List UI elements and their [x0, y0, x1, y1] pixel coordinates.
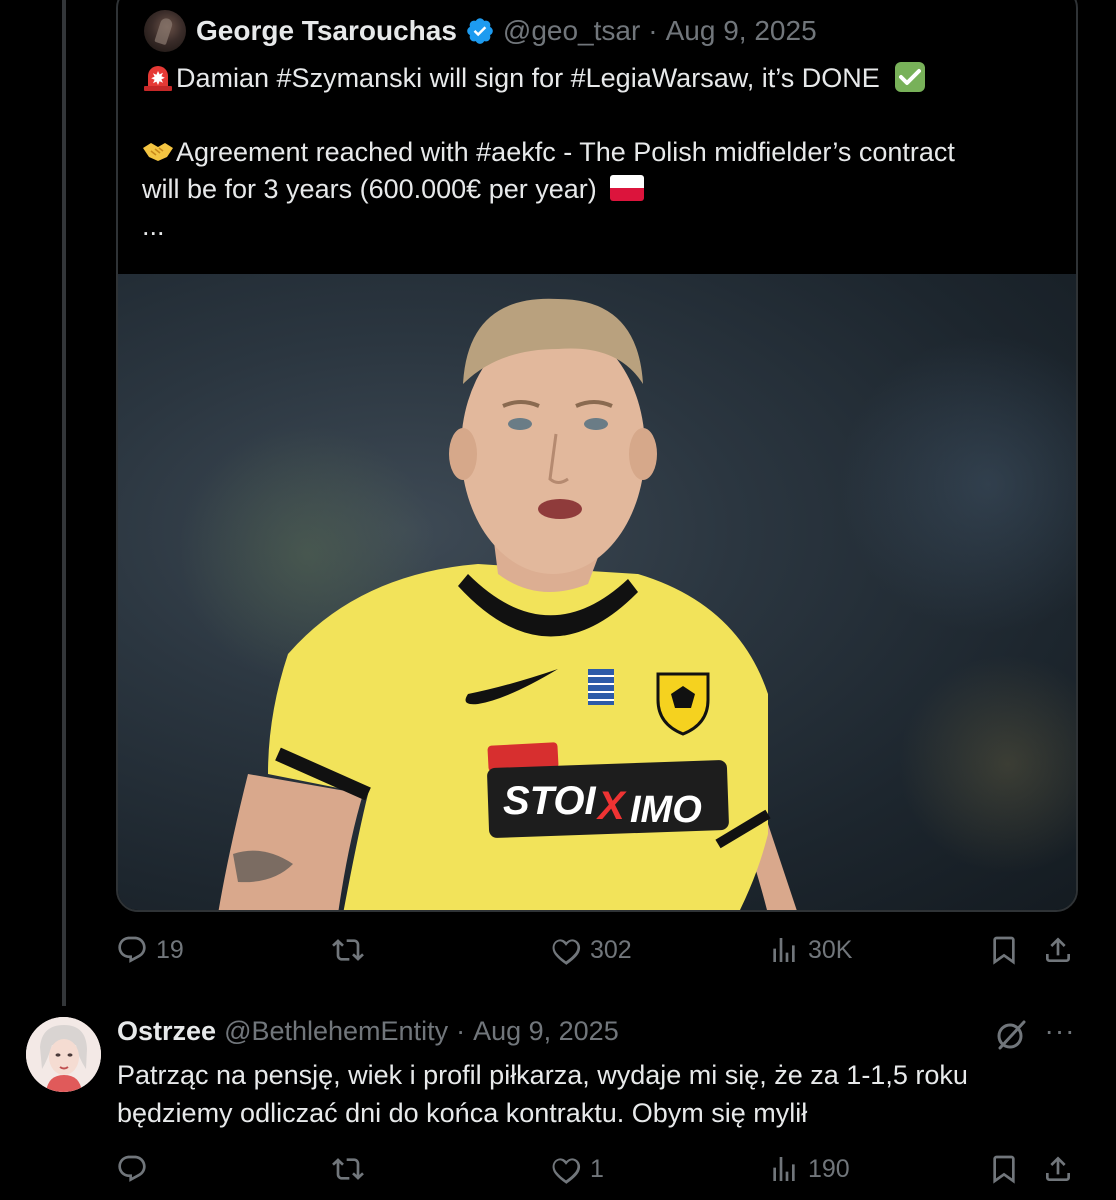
separator-dot: ·	[648, 15, 658, 46]
repost-icon	[332, 939, 364, 961]
svg-text:X: X	[596, 784, 627, 828]
thread-connector-line	[62, 0, 66, 1006]
views-icon	[773, 938, 795, 962]
share-icon	[1046, 937, 1070, 962]
bookmark-icon	[993, 1155, 1015, 1184]
views-button[interactable]: 190	[768, 1153, 850, 1185]
svg-text:STOI: STOI	[503, 779, 597, 823]
views-count: 30K	[808, 935, 853, 964]
reply-icon	[118, 1155, 146, 1182]
reply-author-name[interactable]: Ostrzee	[117, 1016, 216, 1047]
heart-icon	[552, 939, 581, 965]
reply-action-bar: 1 190	[116, 1153, 1078, 1193]
share-button[interactable]	[1042, 1153, 1074, 1185]
like-count: 302	[590, 935, 632, 964]
reply-text-line1: Patrząc na pensję, wiek i profil piłkarz…	[117, 1060, 968, 1090]
repost-button[interactable]	[332, 1153, 364, 1185]
quoted-tweet-text: Damian #Szymanski will sign for #LegiaWa…	[142, 60, 1042, 245]
quoted-text-line1: Damian #Szymanski will sign for #LegiaWa…	[176, 63, 880, 93]
quoted-tweet-card[interactable]: George Tsarouchas @geo_tsar · Aug 9, 202…	[116, 0, 1078, 912]
quoted-author-name[interactable]: George Tsarouchas	[196, 15, 457, 47]
bookmark-button[interactable]	[988, 934, 1020, 966]
more-options-icon[interactable]: ···	[1042, 1016, 1078, 1050]
quoted-text-line2: Agreement reached with #aekfc - The Poli…	[176, 137, 955, 167]
reply-author-handle[interactable]: @BethlehemEntity	[224, 1016, 448, 1047]
handshake-emoji	[143, 143, 173, 161]
avatar-image	[26, 1017, 101, 1092]
siren-emoji	[144, 66, 172, 91]
player-illustration: STOI X IMO	[218, 298, 797, 910]
reply-button[interactable]: 19	[116, 934, 184, 966]
repost-button[interactable]	[332, 934, 364, 966]
reply-text: Patrząc na pensję, wiek i profil piłkarz…	[117, 1056, 1077, 1132]
quoted-text-ellipsis: ...	[142, 211, 165, 241]
heart-icon	[552, 1158, 581, 1184]
repost-icon	[332, 1158, 364, 1180]
reply-count: 19	[156, 935, 184, 964]
reply-button[interactable]	[116, 1153, 148, 1185]
check-emoji	[895, 62, 926, 92]
views-button[interactable]: 30K	[768, 934, 852, 966]
like-button[interactable]: 1	[550, 1153, 604, 1185]
grok-icon[interactable]	[994, 1018, 1028, 1052]
reply-icon	[118, 936, 146, 963]
bookmark-icon	[993, 936, 1015, 965]
poland-flag-emoji	[610, 175, 645, 201]
like-button[interactable]: 302	[550, 934, 632, 966]
reply-text-line2: będziemy odliczać dni do końca kontraktu…	[117, 1098, 808, 1128]
like-count: 1	[590, 1154, 604, 1183]
separator-dot: ·	[456, 1016, 466, 1046]
quoted-tweet-date[interactable]: Aug 9, 2025	[666, 15, 817, 47]
share-button[interactable]	[1042, 934, 1074, 966]
quoted-text-line3: will be for 3 years (600.000€ per year)	[142, 174, 597, 204]
reply-date[interactable]: Aug 9, 2025	[473, 1016, 619, 1047]
views-icon	[773, 1157, 795, 1181]
reply-author-avatar[interactable]	[26, 1017, 101, 1092]
bookmark-button[interactable]	[988, 1153, 1020, 1185]
quoted-tweet-header: George Tsarouchas @geo_tsar · Aug 9, 202…	[144, 10, 817, 52]
quoted-tweet-action-bar: 19 302 30K	[116, 934, 1078, 974]
reply-header: Ostrzee @BethlehemEntity · Aug 9, 2025	[117, 1016, 619, 1047]
quoted-author-avatar[interactable]	[144, 10, 186, 52]
verified-badge-icon	[467, 18, 493, 44]
share-icon	[1046, 1156, 1070, 1181]
quoted-tweet-image[interactable]: STOI X IMO	[118, 274, 1076, 910]
views-count: 190	[808, 1154, 850, 1183]
quoted-author-handle[interactable]: @geo_tsar	[503, 15, 640, 47]
svg-text:IMO: IMO	[630, 789, 702, 831]
